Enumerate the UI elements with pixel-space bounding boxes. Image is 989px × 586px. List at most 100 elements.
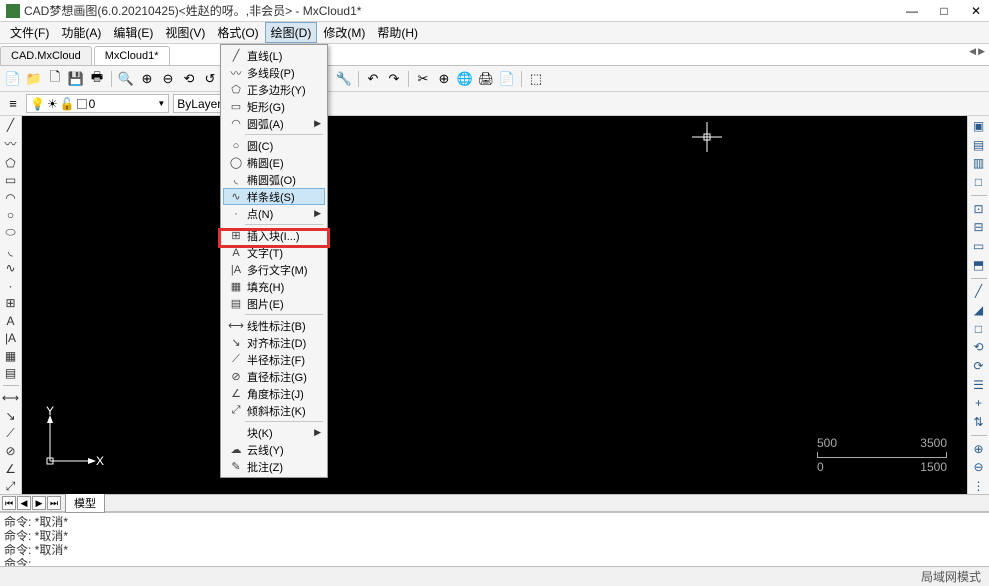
toolbar-button-28[interactable]: ⬚ <box>527 70 545 88</box>
toolbar-button-3[interactable]: 💾 <box>67 70 85 88</box>
menu-item-多行文字m[interactable]: |A多行文字(M) <box>223 261 325 278</box>
modify-tool-0[interactable]: ▣ <box>970 118 988 134</box>
modify-tool-19[interactable]: ⊕ <box>970 441 988 457</box>
layer-icon[interactable]: ≡ <box>4 95 22 113</box>
toolbar-button-0[interactable]: 📄 <box>4 70 22 88</box>
menu-item-倾斜标注k[interactable]: ⤢倾斜标注(K) <box>223 402 325 419</box>
modify-tool-3[interactable]: □ <box>970 174 988 190</box>
toolbar-button-10[interactable]: ↺ <box>201 70 219 88</box>
menu-item-角度标注j[interactable]: ∠角度标注(J) <box>223 385 325 402</box>
modify-tool-16[interactable]: + <box>970 396 988 412</box>
menu-item-圆弧a[interactable]: ◠圆弧(A)▶ <box>223 115 325 132</box>
menu-format[interactable]: 格式(O) <box>211 22 264 43</box>
toolbar-button-24[interactable]: 🌐 <box>456 70 474 88</box>
modify-tool-6[interactable]: ⊟ <box>970 219 988 235</box>
menu-function[interactable]: 功能(A) <box>55 22 107 43</box>
draw-tool-8[interactable]: ∿ <box>2 261 20 275</box>
draw-tool-20[interactable]: ∠ <box>2 462 20 476</box>
draw-tool-11[interactable]: A <box>2 313 20 327</box>
menu-item-直径标注g[interactable]: ⊘直径标注(G) <box>223 368 325 385</box>
draw-tool-9[interactable]: · <box>2 278 20 292</box>
modify-tool-1[interactable]: ▤ <box>970 137 988 153</box>
toolbar-button-22[interactable]: ✂ <box>414 70 432 88</box>
draw-tool-5[interactable]: ○ <box>2 208 20 222</box>
modify-tool-12[interactable]: □ <box>970 321 988 337</box>
modify-tool-5[interactable]: ⊡ <box>970 201 988 217</box>
menu-item-线性标注b[interactable]: ⟷线性标注(B) <box>223 317 325 334</box>
tab-first[interactable]: ⏮ <box>2 496 16 510</box>
close-button[interactable]: ✕ <box>969 4 983 18</box>
menu-edit[interactable]: 编辑(E) <box>107 22 159 43</box>
toolbar-button-23[interactable]: ⊕ <box>435 70 453 88</box>
toolbar-button-8[interactable]: ⊖ <box>159 70 177 88</box>
draw-tool-12[interactable]: |A <box>2 331 20 345</box>
menu-help[interactable]: 帮助(H) <box>371 22 424 43</box>
modify-tool-20[interactable]: ⊖ <box>970 460 988 476</box>
modify-tool-7[interactable]: ▭ <box>970 238 988 254</box>
layer-selector[interactable]: 💡 ☀ 🔓 0 ▼ <box>26 94 169 113</box>
modify-tool-13[interactable]: ⟲ <box>970 339 988 355</box>
draw-tool-14[interactable]: ▤ <box>2 366 20 380</box>
draw-tool-18[interactable]: ⟋ <box>2 426 20 441</box>
draw-tool-6[interactable]: ⬭ <box>2 225 20 240</box>
menu-item-批注z[interactable]: ✎批注(Z) <box>223 458 325 475</box>
menu-item-填充h[interactable]: ▦填充(H) <box>223 278 325 295</box>
tab-mxcloud1[interactable]: MxCloud1* <box>94 46 170 65</box>
tab-cadmxcloud[interactable]: CAD.MxCloud <box>0 46 92 65</box>
draw-tool-0[interactable]: ╱ <box>2 118 20 132</box>
draw-tool-17[interactable]: ↘ <box>2 409 20 423</box>
draw-tool-2[interactable]: ⬠ <box>2 155 20 169</box>
menu-item-云线y[interactable]: ☁云线(Y) <box>223 441 325 458</box>
menu-item-块k[interactable]: 块(K)▶ <box>223 424 325 441</box>
toolbar-button-25[interactable]: 🖨 <box>477 70 495 88</box>
menu-item-点n[interactable]: ·点(N)▶ <box>223 205 325 222</box>
modify-tool-2[interactable]: ▥ <box>970 155 988 171</box>
draw-tool-16[interactable]: ⟷ <box>2 391 20 405</box>
toolbar-button-1[interactable]: 📁 <box>25 70 43 88</box>
maximize-button[interactable]: □ <box>937 4 951 18</box>
menu-modify[interactable]: 修改(M) <box>317 22 371 43</box>
modify-tool-15[interactable]: ☰ <box>970 377 988 393</box>
tab-next[interactable]: ▶ <box>32 496 46 510</box>
menu-item-半径标注f[interactable]: ⟋半径标注(F) <box>223 351 325 368</box>
draw-tool-7[interactable]: ◟ <box>2 243 20 257</box>
draw-tool-10[interactable]: ⊞ <box>2 296 20 310</box>
modify-tool-21[interactable]: ⋮ <box>970 478 988 494</box>
toolbar-button-17[interactable]: 🔧 <box>335 70 353 88</box>
minimize-button[interactable]: — <box>905 4 919 18</box>
menu-item-圆c[interactable]: ○圆(C) <box>223 137 325 154</box>
draw-tool-19[interactable]: ⊘ <box>2 444 20 458</box>
menu-file[interactable]: 文件(F) <box>4 22 55 43</box>
toolbar-button-19[interactable]: ↶ <box>364 70 382 88</box>
draw-tool-21[interactable]: ⤢ <box>2 479 20 494</box>
menu-item-对齐标注d[interactable]: ↘对齐标注(D) <box>223 334 325 351</box>
toolbar-button-4[interactable]: 🖶 <box>88 70 106 88</box>
toolbar-button-2[interactable]: 🗋 <box>46 70 64 88</box>
toolbar-button-9[interactable]: ⟲ <box>180 70 198 88</box>
menu-item-文字t[interactable]: A文字(T) <box>223 244 325 261</box>
command-input[interactable]: 命令: <box>4 557 985 566</box>
menu-item-样条线s[interactable]: ∿样条线(S) <box>223 188 325 205</box>
menu-item-多线段p[interactable]: 〰多线段(P) <box>223 64 325 81</box>
toolbar-button-7[interactable]: ⊕ <box>138 70 156 88</box>
menu-item-矩形g[interactable]: ▭矩形(G) <box>223 98 325 115</box>
draw-tool-3[interactable]: ▭ <box>2 173 20 187</box>
toolbar-button-6[interactable]: 🔍 <box>117 70 135 88</box>
tab-scroll-right[interactable]: ▶ <box>978 46 985 57</box>
menu-view[interactable]: 视图(V) <box>159 22 211 43</box>
modify-tool-11[interactable]: ◢ <box>970 302 988 318</box>
menu-item-插入块i...[interactable]: ⊞插入块(I...) <box>223 227 325 244</box>
model-tab[interactable]: 模型 <box>65 493 105 513</box>
menu-draw[interactable]: 绘图(D) <box>265 22 318 43</box>
draw-tool-4[interactable]: ◠ <box>2 190 20 204</box>
menu-item-正多边形y[interactable]: ⬠正多边形(Y) <box>223 81 325 98</box>
tab-scroll-left[interactable]: ◀ <box>969 46 976 57</box>
modify-tool-8[interactable]: ⬒ <box>970 257 988 273</box>
draw-tool-1[interactable]: 〰 <box>2 135 20 152</box>
draw-tool-13[interactable]: ▦ <box>2 348 20 362</box>
tab-prev[interactable]: ◀ <box>17 496 31 510</box>
menu-item-图片e[interactable]: ▤图片(E) <box>223 295 325 312</box>
drawing-canvas[interactable]: Y X 5003500 01500 <box>22 116 967 494</box>
modify-tool-14[interactable]: ⟳ <box>970 358 988 374</box>
modify-tool-10[interactable]: ╱ <box>970 283 988 299</box>
